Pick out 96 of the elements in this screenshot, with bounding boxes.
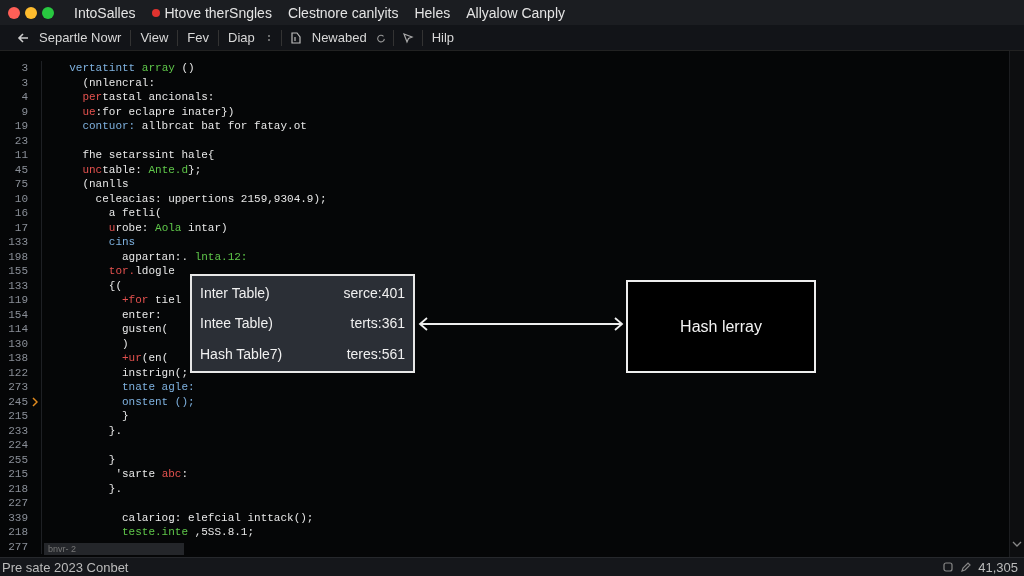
menu-item[interactable]: Htove therSngles <box>164 4 272 21</box>
status-text: Pre sate 2023 Conbet <box>2 559 129 575</box>
table-value: serce:401 <box>343 285 405 302</box>
code-line: teste.inte ,5SS.8.1; <box>121 526 255 539</box>
line-number: 133 <box>7 236 28 249</box>
toolbar-button[interactable]: Diap <box>226 30 257 45</box>
chevron-down-icon[interactable] <box>1012 541 1022 547</box>
menu-item[interactable]: IntoSalles <box>74 4 136 21</box>
line-number: 119 <box>7 294 28 307</box>
code-line: ue:for eclapre inater}) <box>81 105 235 118</box>
line-number: 218 <box>7 482 28 495</box>
line-number: 245 <box>7 395 28 408</box>
code-line: onstent (); <box>121 395 195 408</box>
code-line: ) <box>121 337 129 350</box>
line-number: 130 <box>7 337 28 350</box>
code-line: celeacias: uppertions 2159,9304.9); <box>94 192 327 205</box>
scroll-label: bnvr- 2 <box>44 543 184 555</box>
line-number: 45 <box>13 163 28 176</box>
code-line: urobe: Aola intar) <box>107 221 228 234</box>
code-line: fhe setarssint hale{ <box>81 149 215 162</box>
back-arrow-icon[interactable] <box>16 30 30 45</box>
toolbar-button[interactable]: Hilp <box>429 30 457 45</box>
code-line: calariog: elefcial inttack(); <box>121 511 314 524</box>
line-number: 224 <box>7 439 28 452</box>
code-line: a fetli( <box>107 207 162 220</box>
toolbar-button[interactable]: View <box>138 30 171 45</box>
cursor-icon[interactable] <box>400 30 415 45</box>
line-number: 16 <box>13 207 28 220</box>
line-number: 215 <box>7 468 28 481</box>
code-line: tor.ldogle <box>107 265 175 278</box>
code-line: +ur(en( <box>121 352 169 365</box>
line-number: 17 <box>13 221 28 234</box>
toolbar-button[interactable]: Fev <box>185 30 211 45</box>
code-line: pertastal ancionals: <box>81 91 215 104</box>
code-line: (nnlencral: <box>81 76 156 89</box>
line-number: 114 <box>7 323 28 336</box>
line-number: 4 <box>20 91 28 104</box>
code-line: vertatintt array () <box>68 62 195 75</box>
maximize-button[interactable] <box>42 6 54 19</box>
menu-item[interactable]: Allyalow Canply <box>466 4 565 21</box>
line-number: 75 <box>13 178 28 191</box>
menu-item[interactable]: Clestnore canlyits <box>287 4 399 21</box>
toolbar-button[interactable]: Separtle Nowr <box>37 30 124 45</box>
line-number: 133 <box>7 279 28 292</box>
line-number: 255 <box>7 453 28 466</box>
toolbar-button[interactable]: Newabed <box>309 30 369 45</box>
code-line: 'sarte abc: <box>114 468 189 481</box>
table-name: Intee Table) <box>200 315 273 332</box>
table-value: terts:361 <box>350 315 405 332</box>
code-line: contuor: allbrcat bat for fatay.ot <box>81 120 307 133</box>
code-line: unctable: Ante.d}; <box>81 163 202 176</box>
box-label: Hash lerray <box>680 317 762 336</box>
code-line: enter: <box>121 308 162 321</box>
line-number: 273 <box>7 381 28 394</box>
box-icon <box>942 561 955 573</box>
code-line: {( <box>107 279 122 292</box>
menu-item[interactable]: Heles <box>414 4 451 21</box>
line-number: 19 <box>13 120 28 133</box>
code-line: (nanlls <box>81 178 129 191</box>
code-line: } <box>107 453 116 466</box>
line-number: 227 <box>7 497 28 510</box>
line-number: 155 <box>7 265 28 278</box>
line-number: 218 <box>7 526 28 539</box>
chevron-marker-icon <box>31 396 38 407</box>
document-icon[interactable] <box>288 30 303 45</box>
code-line: instrign(; <box>121 366 189 379</box>
minimize-button[interactable] <box>25 6 37 19</box>
code-line: } <box>121 410 129 423</box>
line-number: 339 <box>7 511 28 524</box>
line-number: 154 <box>7 308 28 321</box>
line-number: 138 <box>7 352 28 365</box>
status-count: 41,305 <box>978 559 1018 575</box>
pencil-icon <box>960 561 973 573</box>
line-number: 215 <box>7 410 28 423</box>
code-line: tnate agle: <box>121 381 195 394</box>
scrollbar[interactable] <box>1009 51 1024 557</box>
code-line: cins <box>107 236 136 249</box>
table-value: teres:561 <box>346 345 405 362</box>
line-number: 9 <box>20 105 28 118</box>
line-number: 3 <box>20 62 28 75</box>
code-line: }. <box>107 424 122 437</box>
line-number: 23 <box>13 134 28 147</box>
code-line: +for tiel <box>121 294 182 307</box>
code-line: gusten( <box>121 323 169 336</box>
line-number: 277 <box>7 540 28 553</box>
line-number: 11 <box>13 149 28 162</box>
line-number: 198 <box>7 250 28 263</box>
table-name: Hash Table7) <box>200 345 283 362</box>
code-line: }. <box>107 482 122 495</box>
code-line: agpartan:. lnta.12: <box>121 250 248 263</box>
table-name: Inter Table) <box>200 285 270 302</box>
line-number: 10 <box>13 192 28 205</box>
line-number: 3 <box>20 76 28 89</box>
line-number: 233 <box>7 424 28 437</box>
line-number: 122 <box>7 366 28 379</box>
close-button[interactable] <box>8 6 20 19</box>
